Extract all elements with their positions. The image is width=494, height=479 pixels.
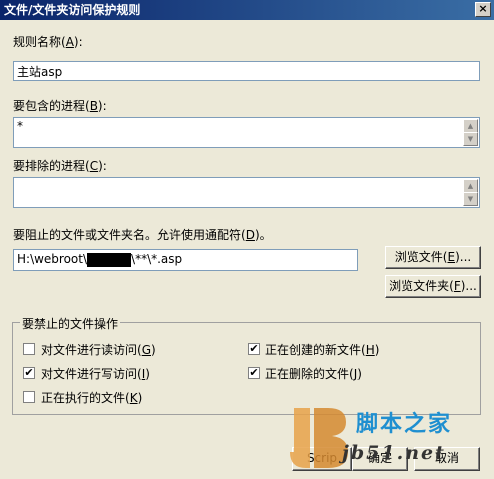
scroll-down-icon[interactable]: ▼ <box>463 132 478 146</box>
blocked-path-prefix: H:\webroot\ <box>17 252 88 266</box>
window-title: 文件/文件夹访问保护规则 <box>4 3 141 17</box>
include-process-input[interactable]: * ▲ ▼ <box>13 117 480 148</box>
rule-name-label: 规则名称(A): <box>13 35 83 49</box>
rule-name-input[interactable]: 主站asp <box>13 61 480 81</box>
file-operations-title: 要禁止的文件操作 <box>20 315 121 332</box>
blocked-path-suffix: \**\*.asp <box>131 252 183 266</box>
write-access-checkbox[interactable]: ✔ <box>23 367 35 379</box>
watermark-url: jb51.net <box>342 442 446 464</box>
include-process-value: * <box>17 119 23 133</box>
read-access-checkbox[interactable] <box>23 343 35 355</box>
read-access-label: 对文件进行读访问(G) <box>41 343 156 357</box>
close-icon: × <box>478 2 488 15</box>
new-file-checkbox[interactable]: ✔ <box>248 343 260 355</box>
redaction-box <box>87 252 132 267</box>
exclude-process-scrollbar[interactable]: ▲ ▼ <box>463 179 478 206</box>
write-access-label: 对文件进行写访问(I) <box>41 367 150 381</box>
new-file-label: 正在创建的新文件(H) <box>265 343 380 357</box>
blocked-paths-label: 要阻止的文件或文件夹名。允许使用通配符(D)。 <box>13 228 272 242</box>
include-process-label: 要包含的进程(B): <box>13 99 107 113</box>
rule-dialog: 文件/文件夹访问保护规则 × 规则名称(A): 主站asp 要包含的进程(B):… <box>0 0 494 479</box>
scroll-down-icon[interactable]: ▼ <box>463 192 478 206</box>
rule-name-value: 主站asp <box>17 65 63 79</box>
watermark-site-name: 脚本之家 <box>356 411 453 437</box>
executing-file-label: 正在执行的文件(K) <box>41 391 143 405</box>
exclude-process-input[interactable]: ▲ ▼ <box>13 177 480 208</box>
scroll-up-icon[interactable]: ▲ <box>463 119 478 133</box>
delete-file-label: 正在删除的文件(J) <box>265 367 362 381</box>
browse-file-button[interactable]: 浏览文件(E)... <box>385 246 481 269</box>
close-button[interactable]: × <box>475 2 491 17</box>
exclude-process-label: 要排除的进程(C): <box>13 159 107 173</box>
executing-file-checkbox[interactable] <box>23 391 35 403</box>
jb51-logo-icon <box>290 408 348 468</box>
title-bar: 文件/文件夹访问保护规则 × <box>0 0 494 20</box>
blocked-paths-input[interactable]: H:\webroot\ \**\*.asp <box>13 249 358 271</box>
browse-folder-button[interactable]: 浏览文件夹(F)... <box>385 275 481 298</box>
include-process-scrollbar[interactable]: ▲ ▼ <box>463 119 478 146</box>
delete-file-checkbox[interactable]: ✔ <box>248 367 260 379</box>
scroll-up-icon[interactable]: ▲ <box>463 179 478 193</box>
